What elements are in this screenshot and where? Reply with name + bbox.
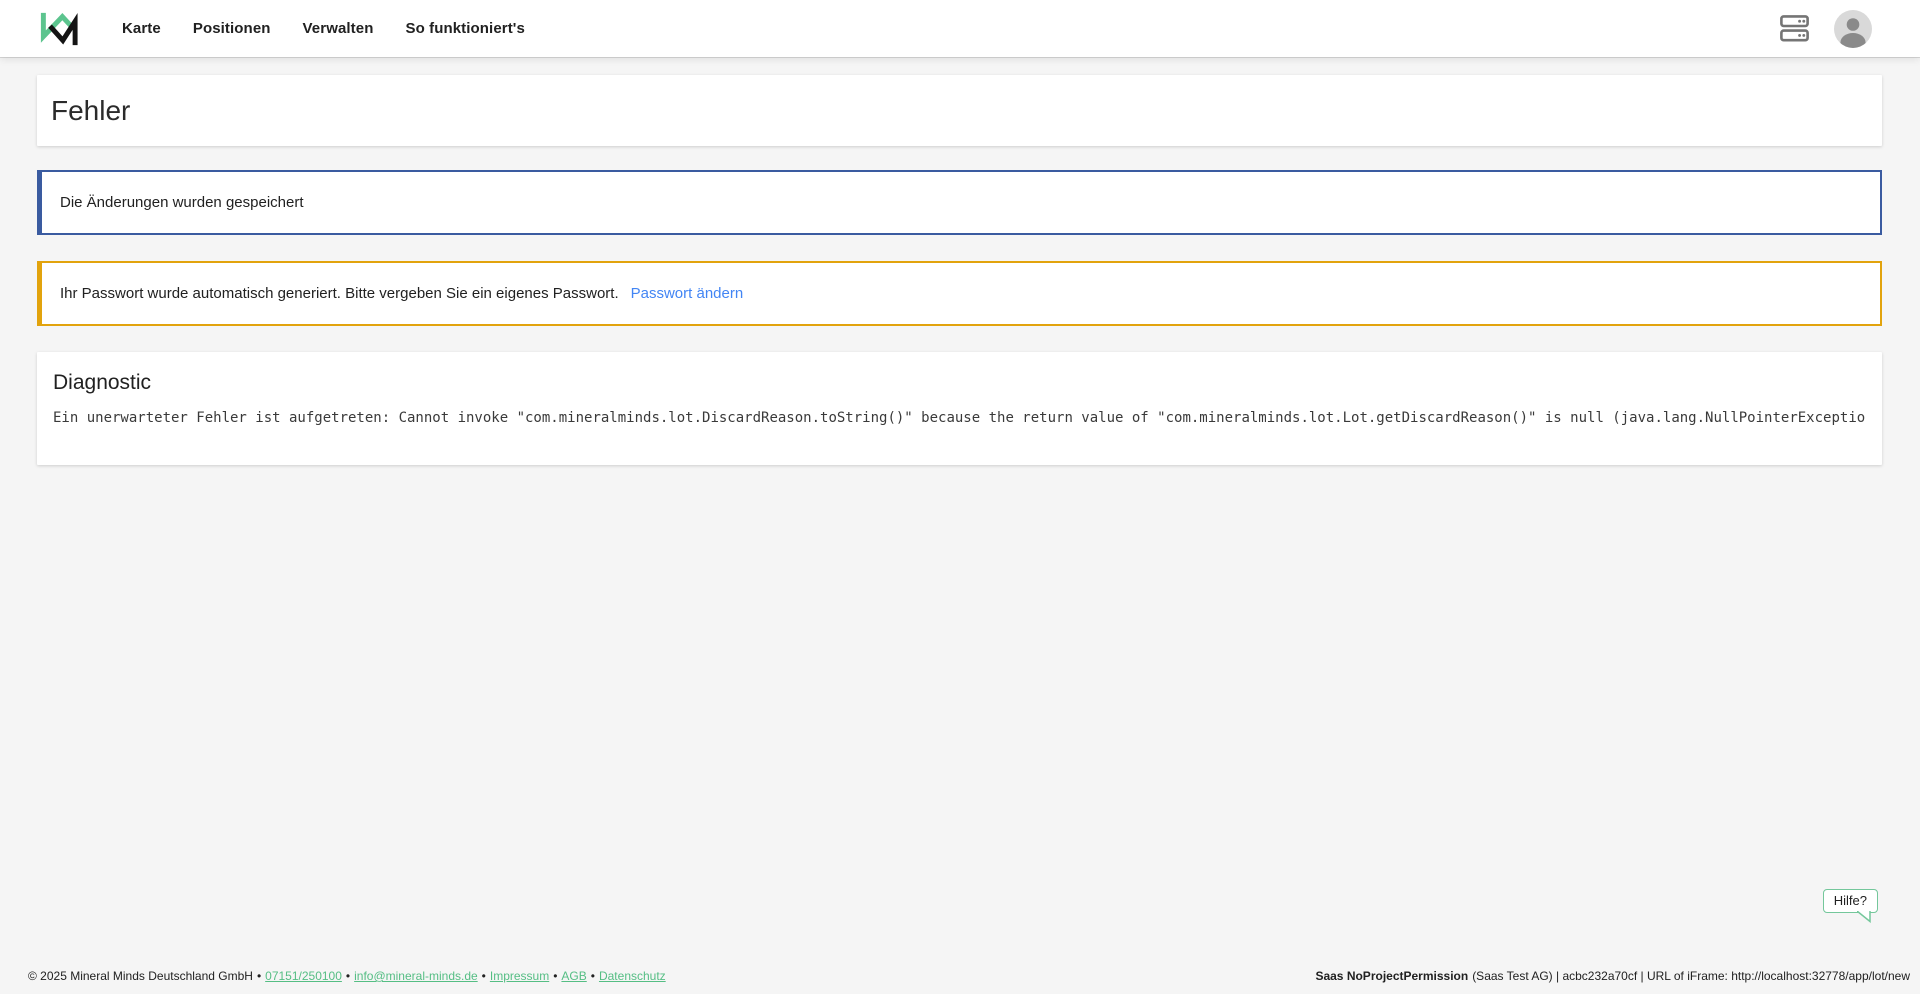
agb-link[interactable]: AGB [561,969,586,983]
page-title: Fehler [51,95,130,127]
help-bubble-tail [1857,911,1872,923]
footer-separator: • [591,969,595,983]
mineral-minds-logo-icon[interactable] [40,10,80,48]
impressum-link[interactable]: Impressum [490,969,549,983]
phone-link[interactable]: 07151/250100 [265,969,342,983]
copyright-text: © 2025 Mineral Minds Deutschland GmbH [28,969,253,983]
footer-left: © 2025 Mineral Minds Deutschland GmbH • 07… [28,969,666,983]
saas-permission-label: Saas NoProjectPermission [1315,969,1468,983]
nav-item-karte[interactable]: Karte [122,20,161,37]
help-button-label: Hilfe? [1834,893,1867,908]
password-warning-alert: Ihr Passwort wurde automatisch generiert… [37,261,1882,326]
footer-separator: • [482,969,486,983]
app-header: Karte Positionen Verwalten So funktionie… [0,0,1920,57]
datenschutz-link[interactable]: Datenschutz [599,969,666,983]
nav-item-verwalten[interactable]: Verwalten [303,20,374,37]
page-title-card: Fehler [37,75,1882,146]
diagnostic-message: Ein unerwarteter Fehler ist aufgetreten:… [53,408,1866,428]
main-content: Fehler Die Änderungen wurden gespeichert… [37,75,1882,465]
footer-separator: • [553,969,557,983]
nav-item-positionen[interactable]: Positionen [193,20,271,37]
diagnostic-title: Diagnostic [53,371,1866,395]
footer-separator: • [346,969,350,983]
nav-item-so-funktionierts[interactable]: So funktioniert's [405,20,524,37]
footer-separator: • [257,969,261,983]
user-avatar-icon[interactable] [1834,10,1872,48]
change-password-link[interactable]: Passwort ändern [631,285,744,302]
help-button[interactable]: Hilfe? [1823,889,1878,913]
diagnostic-card: Diagnostic Ein unerwarteter Fehler ist a… [37,352,1882,465]
footer-right: Saas NoProjectPermission (Saas Test AG) |… [1315,969,1910,983]
header-actions [1780,10,1872,48]
footer: © 2025 Mineral Minds Deutschland GmbH • 07… [28,969,1910,983]
success-alert-text: Die Änderungen wurden gespeichert [60,194,304,211]
main-nav: Karte Positionen Verwalten So funktionie… [122,20,525,37]
password-warning-text: Ihr Passwort wurde automatisch generiert… [60,285,619,302]
saas-info-text: (Saas Test AG) | acbc232a70cf | URL of i… [1472,969,1910,983]
success-alert: Die Änderungen wurden gespeichert [37,170,1882,235]
email-link[interactable]: info@mineral-minds.de [354,969,478,983]
server-icon[interactable] [1780,15,1809,42]
